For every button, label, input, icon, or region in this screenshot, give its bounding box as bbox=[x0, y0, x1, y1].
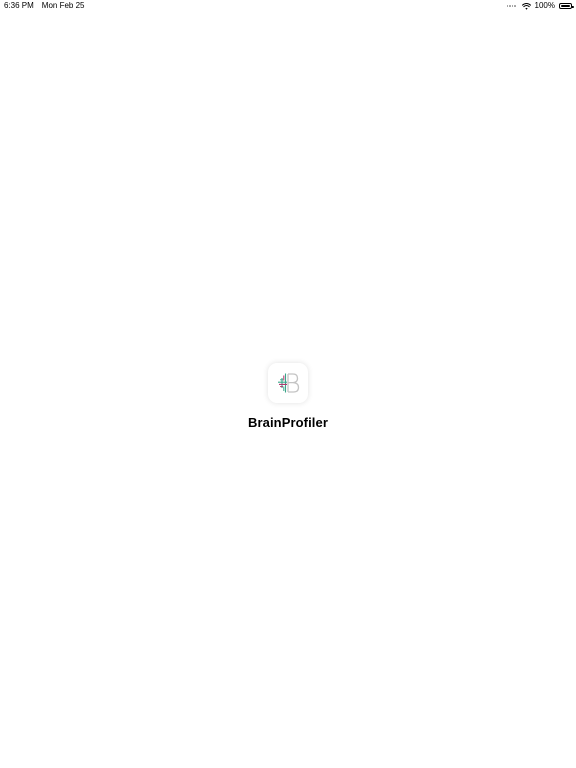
status-bar: 6:36 PM Mon Feb 25 100% bbox=[0, 0, 576, 12]
app-launch-block: BrainProfiler bbox=[0, 363, 576, 430]
status-left: 6:36 PM Mon Feb 25 bbox=[4, 0, 85, 12]
brainprofiler-logo-icon bbox=[278, 373, 300, 393]
battery-percentage: 100% bbox=[534, 1, 555, 10]
app-name: BrainProfiler bbox=[247, 415, 329, 430]
battery-icon bbox=[559, 3, 574, 9]
cellular-signal-icon bbox=[506, 5, 516, 7]
launch-screen: 6:36 PM Mon Feb 25 100% BrainProfiler bbox=[0, 0, 576, 768]
battery-fill bbox=[561, 5, 570, 7]
status-right: 100% bbox=[506, 0, 574, 12]
app-icon bbox=[268, 363, 308, 403]
wifi-icon bbox=[521, 2, 531, 10]
status-time: 6:36 PM bbox=[4, 1, 34, 10]
status-date: Mon Feb 25 bbox=[41, 1, 85, 10]
